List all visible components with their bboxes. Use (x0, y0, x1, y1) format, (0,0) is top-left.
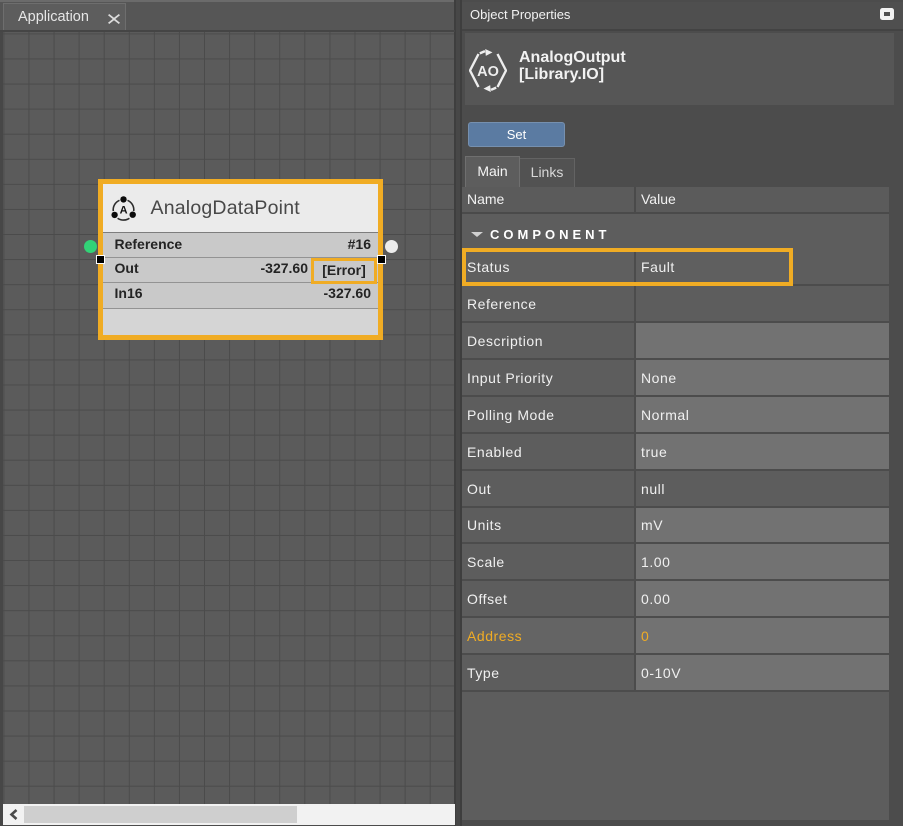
svg-text:A: A (120, 204, 128, 216)
svg-text:AO: AO (477, 64, 499, 80)
